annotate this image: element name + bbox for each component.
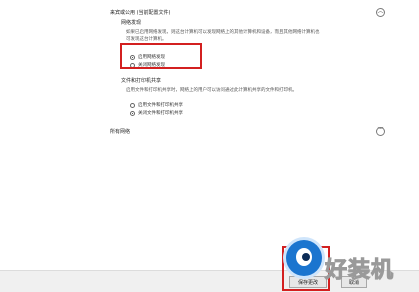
chevron-down-icon[interactable]: ﹀ xyxy=(376,126,385,136)
file-printer-sharing-description: 启用文件和打印机共享时，网络上的用户可以访问通过此计算机共享的文件和打印机。 xyxy=(126,88,297,93)
logo-pupil-icon xyxy=(302,253,310,261)
section-title: 来宾或公用 (当前配置文件) xyxy=(110,9,171,16)
network-discovery-heading: 网络发现 xyxy=(121,20,142,26)
file-printer-sharing-heading: 文件和打印机共享 xyxy=(121,78,162,84)
section-header-all-networks[interactable]: 所有网络 ﹀ xyxy=(110,124,385,138)
radio-label: 启用文件和打印机共享 xyxy=(138,103,183,108)
advanced-sharing-panel: 来宾或公用 (当前配置文件) ︿ 网络发现 如果已启用网络发现，则这台计算机可以… xyxy=(0,0,419,292)
chevron-up-icon[interactable]: ︿ xyxy=(376,7,385,17)
highlight-box-network-discovery xyxy=(120,43,202,69)
radio-label: 关闭文件和打印机共享 xyxy=(138,111,183,116)
radio-unselected-icon[interactable] xyxy=(130,102,135,108)
all-networks-title: 所有网络 xyxy=(110,128,131,135)
watermark-logo: 好装机 xyxy=(280,240,410,285)
network-discovery-description-1: 如果已启用网络发现，则这台计算机可以发现网络上的其他计算机和设备，而且其他网络计… xyxy=(126,30,320,35)
watermark-text: 好装机 xyxy=(324,258,395,284)
radio-disable-file-sharing[interactable]: 关闭文件和打印机共享 xyxy=(130,110,183,116)
radio-selected-icon[interactable] xyxy=(130,110,135,116)
section-header-guest-public[interactable]: 来宾或公用 (当前配置文件) ︿ xyxy=(110,5,385,19)
radio-enable-file-sharing[interactable]: 启用文件和打印机共享 xyxy=(130,102,183,108)
